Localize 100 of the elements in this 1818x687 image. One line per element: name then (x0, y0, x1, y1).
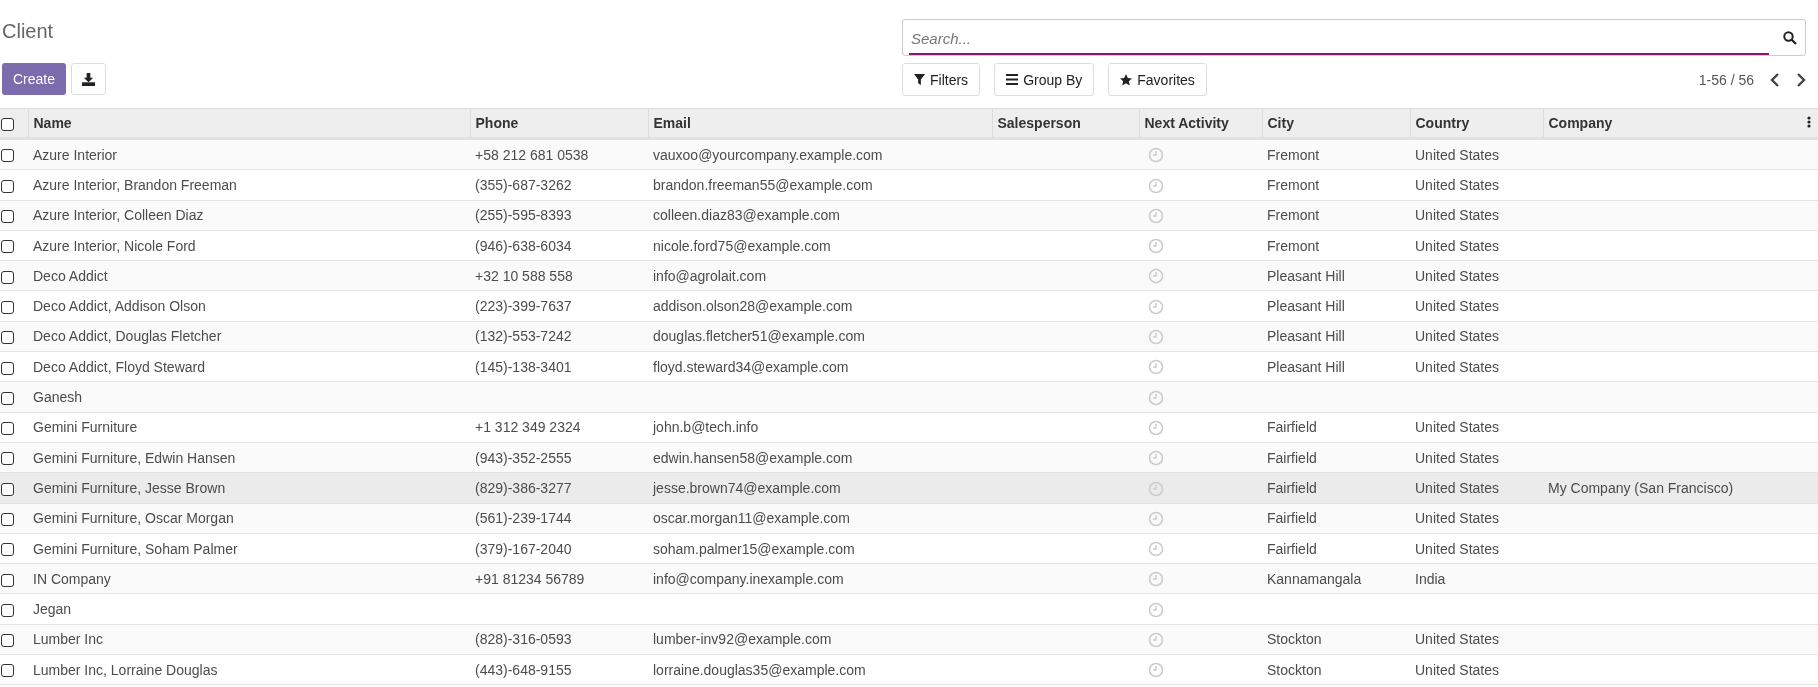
column-header[interactable]: Phone (475, 115, 519, 131)
row-checkbox[interactable] (1, 422, 14, 436)
city-cell: Stockton (1267, 661, 1322, 678)
download-icon (82, 72, 96, 86)
row-checkbox[interactable] (1, 331, 14, 345)
city-cell: Fremont (1267, 237, 1320, 254)
email-cell: vauxoo@yourcompany.example.com (653, 146, 883, 163)
email-cell: lumber-inv92@example.com (653, 631, 832, 648)
phone-cell: (255)-595-8393 (475, 207, 572, 224)
city-cell: Fairfield (1267, 510, 1317, 527)
select-all-checkbox[interactable] (1, 117, 14, 131)
name-cell: Gemini Furniture, Jesse Brown (33, 479, 226, 496)
group-button[interactable]: Group By (994, 63, 1095, 96)
chevron-right-icon[interactable] (1796, 72, 1806, 87)
column-header[interactable]: Email (653, 115, 691, 131)
country-cell: United States (1415, 237, 1500, 254)
row-checkbox[interactable] (1, 361, 14, 375)
name-cell: Ganesh (33, 389, 83, 405)
name-cell: IN Company (33, 570, 111, 587)
country-cell: United States (1415, 449, 1500, 466)
pager-value: 1-56 / 56 (1698, 71, 1754, 88)
email-cell: addison.olson28@example.com (653, 298, 853, 315)
row-checkbox[interactable] (1, 664, 14, 678)
row-checkbox[interactable] (1, 270, 14, 284)
name-cell: Gemini Furniture (33, 419, 138, 436)
list-icon (1006, 74, 1019, 85)
name-cell: Azure Interior (33, 146, 118, 163)
name-cell: Gemini Furniture, Edwin Hansen (33, 449, 236, 466)
email-cell: jesse.brown74@example.com (653, 479, 841, 496)
email-cell: brandon.freeman55@example.com (653, 176, 873, 193)
column-header[interactable]: City (1267, 115, 1294, 131)
country-cell: United States (1415, 207, 1500, 224)
country-cell: United States (1415, 176, 1500, 193)
city-cell: Stockton (1267, 631, 1322, 648)
country-cell: United States (1415, 146, 1500, 163)
email-cell: info@company.inexample.com (653, 570, 844, 587)
phone-cell: (946)-638-6034 (475, 237, 572, 254)
favorite-button[interactable]: Favorites (1108, 63, 1207, 96)
phone-cell: (561)-239-1744 (475, 510, 572, 527)
country-cell: United States (1415, 631, 1500, 648)
country-cell: United States (1415, 358, 1500, 375)
city-cell: Fairfield (1267, 540, 1317, 557)
phone-cell: (829)-386-3277 (475, 479, 572, 496)
name-cell: Lumber Inc (33, 631, 104, 648)
phone-cell: +32 10 588 558 (475, 267, 573, 284)
country-cell: United States (1415, 661, 1500, 678)
chevron-left-icon[interactable] (1770, 72, 1780, 87)
city-cell: Fairfield (1267, 479, 1317, 496)
city-cell: Pleasant Hill (1267, 328, 1345, 345)
search-field[interactable]: Search... (902, 19, 1806, 56)
country-cell: United States (1415, 267, 1500, 284)
city-cell: Pleasant Hill (1267, 358, 1345, 375)
phone-cell: (443)-648-9155 (475, 661, 572, 678)
row-checkbox[interactable] (1, 391, 14, 405)
phone-cell: +91 81234 56789 (475, 570, 585, 587)
star-icon (1120, 73, 1133, 86)
country-cell: United States (1415, 328, 1500, 345)
name-cell: Lumber Inc, Lorraine Douglas (33, 661, 218, 678)
country-cell: United States (1415, 298, 1500, 315)
city-cell: Fairfield (1267, 419, 1317, 436)
phone-cell: (223)-399-7637 (475, 298, 572, 315)
page-title: Client (2, 20, 55, 44)
row-checkbox[interactable] (1, 543, 14, 557)
email-cell: douglas.fletcher51@example.com (653, 328, 865, 345)
column-options-icon[interactable] (1807, 116, 1811, 128)
row-checkbox[interactable] (1, 149, 14, 163)
city-cell: Fremont (1267, 176, 1320, 193)
row-checkbox[interactable] (1, 603, 14, 617)
city-cell: Pleasant Hill (1267, 298, 1345, 315)
column-header[interactable]: Name (33, 115, 72, 131)
row-checkbox[interactable] (1, 210, 14, 224)
phone-cell: (828)-316-0593 (475, 631, 572, 648)
column-header[interactable]: Company (1548, 115, 1613, 131)
row-checkbox[interactable] (1, 634, 14, 648)
phone-cell: (943)-352-2555 (475, 449, 572, 466)
filter-button[interactable]: Filters (902, 63, 981, 96)
email-cell: colleen.diaz83@example.com (653, 207, 840, 224)
phone-cell: (145)-138-3401 (475, 358, 572, 375)
phone-cell: (379)-167-2040 (475, 540, 572, 557)
email-cell: edwin.hansen58@example.com (653, 449, 853, 466)
row-checkbox[interactable] (1, 452, 14, 466)
row-checkbox[interactable] (1, 482, 14, 496)
company-cell: My Company (San Francisco) (1548, 479, 1734, 496)
name-cell: Azure Interior, Brandon Freeman (33, 176, 237, 193)
country-cell: United States (1415, 479, 1500, 496)
row-checkbox[interactable] (1, 179, 14, 193)
phone-cell: (355)-687-3262 (475, 176, 572, 193)
city-cell: Pleasant Hill (1267, 267, 1345, 284)
row-checkbox[interactable] (1, 300, 14, 314)
city-cell: Fremont (1267, 146, 1320, 163)
name-cell: Gemini Furniture, Soham Palmer (33, 540, 238, 557)
download-button[interactable] (71, 63, 107, 95)
row-checkbox[interactable] (1, 513, 14, 526)
name-cell: Gemini Furniture, Oscar Morgan (33, 510, 234, 527)
create-button[interactable]: Create (2, 63, 67, 95)
row-checkbox[interactable] (1, 573, 14, 587)
email-cell: nicole.ford75@example.com (653, 237, 831, 254)
row-checkbox[interactable] (1, 240, 14, 254)
phone-cell: +1 312 349 2324 (475, 419, 581, 436)
country-cell: United States (1415, 510, 1500, 527)
